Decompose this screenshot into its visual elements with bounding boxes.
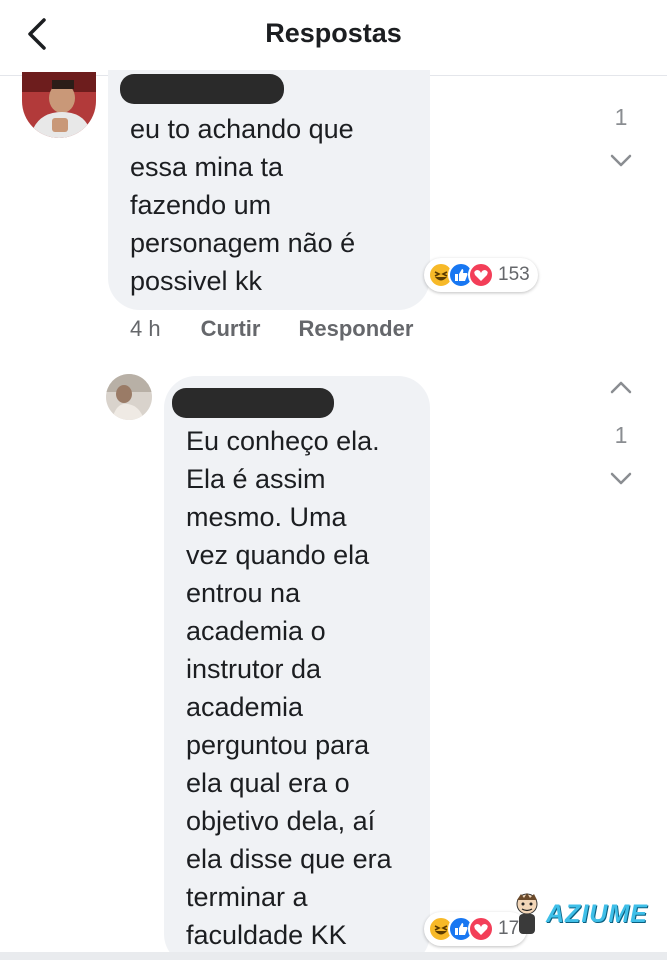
- downvote-button[interactable]: [606, 468, 636, 490]
- avatar[interactable]: [22, 72, 96, 138]
- comment-text: eu to achando que essa mina ta fazendo u…: [130, 114, 356, 296]
- upvote-button[interactable]: [606, 376, 636, 398]
- love-reaction-icon: [468, 916, 494, 942]
- redacted-author-name: [172, 388, 334, 418]
- chevron-down-icon: [610, 472, 632, 485]
- like-button[interactable]: Curtir: [201, 316, 261, 342]
- mascot-icon: [516, 893, 538, 934]
- comment-text: Eu conheço ela. Ela é assim mesmo. Uma v…: [186, 426, 392, 950]
- watermark: AZIUME: [512, 892, 648, 936]
- comment-timestamp: 4 h: [130, 316, 161, 341]
- chevron-up-icon: [610, 381, 632, 394]
- composer-bar: [0, 952, 667, 960]
- redacted-author-name: [120, 74, 284, 104]
- avatar[interactable]: [106, 374, 152, 420]
- vote-count: 1: [614, 104, 628, 130]
- love-reaction-icon: [468, 262, 494, 288]
- reply-button[interactable]: Responder: [298, 316, 413, 342]
- page-title: Respostas: [265, 18, 402, 48]
- comment-actions: 4 h Curtir Responder: [130, 316, 451, 342]
- header: Respostas: [0, 0, 667, 76]
- reaction-count: 153: [498, 264, 530, 285]
- chevron-down-icon: [610, 154, 632, 167]
- watermark-text: AZIUME: [546, 899, 648, 928]
- reactions-summary[interactable]: 153: [424, 258, 538, 292]
- vote-count: 1: [614, 422, 628, 448]
- downvote-button[interactable]: [606, 150, 636, 172]
